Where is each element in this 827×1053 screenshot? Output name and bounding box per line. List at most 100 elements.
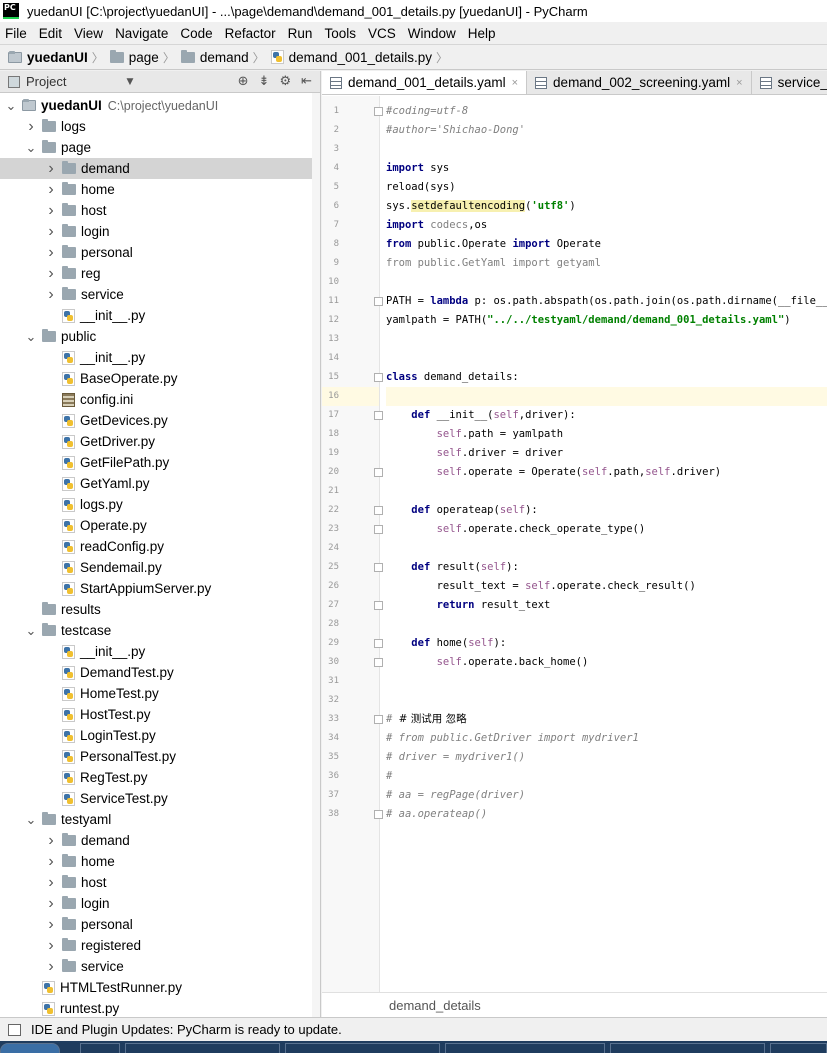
code-line[interactable]: # from public.GetDriver import mydriver1 xyxy=(386,729,827,748)
code-line[interactable]: #coding=utf-8 xyxy=(386,102,827,121)
tree-item-logintest-py[interactable]: ›LoginTest.py xyxy=(0,725,320,746)
tree-item-host[interactable]: › host xyxy=(0,200,320,221)
tree-item-getdriver-py[interactable]: ›GetDriver.py xyxy=(0,431,320,452)
collapse-all-icon[interactable]: ⇟ xyxy=(259,74,270,89)
tree-item-readconfig-py[interactable]: ›readConfig.py xyxy=(0,536,320,557)
code-line[interactable]: self.driver = driver xyxy=(386,444,827,463)
menu-help[interactable]: Help xyxy=(467,26,497,41)
fold-marker-icon[interactable] xyxy=(374,563,383,572)
project-panel-label[interactable]: Project xyxy=(26,74,66,89)
close-icon[interactable]: × xyxy=(736,77,742,89)
menu-refactor[interactable]: Refactor xyxy=(224,26,277,41)
tree-item-login[interactable]: › login xyxy=(0,893,320,914)
chevron-right-icon[interactable]: › xyxy=(24,118,38,136)
hide-panel-icon[interactable]: ⇤ xyxy=(301,74,312,89)
fold-marker-icon[interactable] xyxy=(374,810,383,819)
tree-item-demand[interactable]: › demand xyxy=(0,830,320,851)
fold-marker-icon[interactable] xyxy=(374,658,383,667)
code-line[interactable] xyxy=(386,349,827,368)
menu-run[interactable]: Run xyxy=(287,26,314,41)
code-line[interactable] xyxy=(386,672,827,691)
taskbar-app-4[interactable] xyxy=(610,1043,765,1053)
close-icon[interactable]: × xyxy=(512,77,518,89)
fold-marker-icon[interactable] xyxy=(374,506,383,515)
code-line[interactable] xyxy=(386,140,827,159)
code-line[interactable]: # aa = regPage(driver) xyxy=(386,786,827,805)
tree-item-hometest-py[interactable]: ›HomeTest.py xyxy=(0,683,320,704)
tool-windows-icon[interactable] xyxy=(8,1023,21,1036)
start-button-icon[interactable] xyxy=(0,1043,60,1053)
code-line[interactable]: def home(self): xyxy=(386,634,827,653)
tree-item-service[interactable]: › service xyxy=(0,284,320,305)
tree-item-baseoperate-py[interactable]: ›BaseOperate.py xyxy=(0,368,320,389)
fold-marker-icon[interactable] xyxy=(374,373,383,382)
chevron-down-icon[interactable]: ⌄ xyxy=(24,624,38,637)
code-line[interactable]: from public.Operate import Operate xyxy=(386,235,827,254)
tree-item-operate-py[interactable]: ›Operate.py xyxy=(0,515,320,536)
tree-item-regtest-py[interactable]: ›RegTest.py xyxy=(0,767,320,788)
code-line[interactable]: yamlpath = PATH("../../testyaml/demand/d… xyxy=(386,311,827,330)
chevron-right-icon[interactable]: › xyxy=(44,202,58,220)
chevron-right-icon[interactable]: › xyxy=(44,895,58,913)
tree-item-demand[interactable]: › demand xyxy=(0,158,320,179)
chevron-right-icon[interactable]: › xyxy=(44,916,58,934)
tree-item-init-py[interactable]: ›__init__.py xyxy=(0,305,320,326)
breadcrumb-project[interactable]: yuedanUI 〉 xyxy=(8,49,110,66)
code-line[interactable] xyxy=(386,330,827,349)
taskbar-app-5[interactable] xyxy=(770,1043,827,1053)
menu-window[interactable]: Window xyxy=(407,26,457,41)
code-line[interactable]: #author='Shichao-Dong' xyxy=(386,121,827,140)
tree-item-yuedanui[interactable]: ⌄ yuedanUI C:\project\yuedanUI xyxy=(0,95,320,116)
code-line[interactable]: from public.GetYaml import getyaml xyxy=(386,254,827,273)
code-line[interactable]: self.operate = Operate(self.path,self.dr… xyxy=(386,463,827,482)
breadcrumb-page[interactable]: page 〉 xyxy=(109,49,181,66)
code-line[interactable]: def __init__(self,driver): xyxy=(386,406,827,425)
code-line[interactable] xyxy=(386,615,827,634)
code-line[interactable] xyxy=(386,387,827,406)
settings-gear-icon[interactable]: ⚙ xyxy=(279,74,291,89)
menu-code[interactable]: Code xyxy=(179,26,213,41)
tree-item-init-py[interactable]: ›__init__.py xyxy=(0,347,320,368)
breadcrumb-demand[interactable]: demand 〉 xyxy=(180,49,271,66)
code-line[interactable] xyxy=(386,691,827,710)
tree-item-demandtest-py[interactable]: ›DemandTest.py xyxy=(0,662,320,683)
menu-vcs[interactable]: VCS xyxy=(367,26,397,41)
chevron-down-icon[interactable]: ⌄ xyxy=(24,141,38,154)
locate-target-icon[interactable]: ⊕ xyxy=(238,74,249,89)
code-line[interactable]: import sys xyxy=(386,159,827,178)
chevron-right-icon[interactable]: › xyxy=(44,223,58,241)
code-line[interactable]: # driver = mydriver1() xyxy=(386,748,827,767)
tree-item-results[interactable]: ›results xyxy=(0,599,320,620)
code-line[interactable] xyxy=(386,539,827,558)
code-line[interactable]: import codecs,os xyxy=(386,216,827,235)
tab-demand-002-screening-yaml[interactable]: demand_002_screening.yaml × xyxy=(527,71,752,94)
code-line[interactable]: reload(sys) xyxy=(386,178,827,197)
taskbar-app-2[interactable] xyxy=(285,1043,440,1053)
tree-item-runtest-py[interactable]: ›runtest.py xyxy=(0,998,320,1017)
fold-marker-icon[interactable] xyxy=(374,297,383,306)
fold-marker-icon[interactable] xyxy=(374,601,383,610)
tree-item-logs-py[interactable]: ›logs.py xyxy=(0,494,320,515)
chevron-right-icon[interactable]: › xyxy=(44,265,58,283)
chevron-right-icon[interactable]: › xyxy=(44,181,58,199)
tree-item-host[interactable]: › host xyxy=(0,872,320,893)
code-line[interactable]: PATH = lambda p: os.path.abspath(os.path… xyxy=(386,292,827,311)
breadcrumb-file[interactable]: demand_001_details.py 〉 xyxy=(270,49,454,66)
code-line[interactable] xyxy=(386,482,827,501)
code-line[interactable]: def operateap(self): xyxy=(386,501,827,520)
tree-item-config-ini[interactable]: ›config.ini xyxy=(0,389,320,410)
chevron-right-icon[interactable]: › xyxy=(44,874,58,892)
code-line[interactable]: self.operate.check_operate_type() xyxy=(386,520,827,539)
tree-item-home[interactable]: › home xyxy=(0,179,320,200)
tree-item-testyaml[interactable]: ⌄ testyaml xyxy=(0,809,320,830)
code-line[interactable]: result_text = self.operate.check_result(… xyxy=(386,577,827,596)
tree-item-startappiumserver-py[interactable]: ›StartAppiumServer.py xyxy=(0,578,320,599)
menu-tools[interactable]: Tools xyxy=(323,26,357,41)
fold-marker-icon[interactable] xyxy=(374,107,383,116)
menu-navigate[interactable]: Navigate xyxy=(114,26,169,41)
chevron-down-icon[interactable]: ⌄ xyxy=(24,330,38,343)
code-line[interactable]: return result_text xyxy=(386,596,827,615)
taskbar-app-1[interactable] xyxy=(125,1043,280,1053)
fold-marker-icon[interactable] xyxy=(374,715,383,724)
taskbar-app-3[interactable] xyxy=(445,1043,605,1053)
